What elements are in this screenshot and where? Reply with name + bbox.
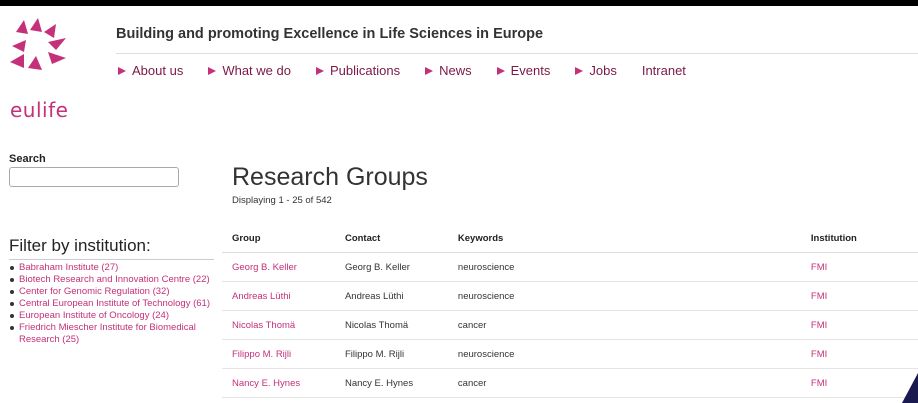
search-input[interactable] <box>9 167 179 187</box>
arrow-right-icon <box>118 66 126 75</box>
group-cell: Nancy E. Hynes <box>222 368 335 398</box>
institution-link[interactable]: FMI <box>811 320 827 331</box>
logo-wordmark[interactable]: eulife <box>10 98 68 122</box>
arrow-right-icon <box>575 66 584 75</box>
arrow-right-icon <box>315 66 324 75</box>
header-divider <box>116 53 918 54</box>
group-link[interactable]: Nicolas Thomä <box>232 320 295 331</box>
institution-cell: FMI <box>800 368 918 398</box>
keywords-cell: cancer <box>447 368 801 398</box>
nav-label: Events <box>510 63 551 78</box>
nav-label: Publications <box>329 63 401 78</box>
nav-label: News <box>439 63 472 78</box>
table-row: Andreas Lüthi Andreas Lüthi neuroscience… <box>222 281 918 311</box>
institution-link[interactable]: FMI <box>811 291 827 302</box>
institution-cell: FMI <box>800 339 918 369</box>
institution-link[interactable]: FMI <box>811 378 827 389</box>
table-row: Filippo M. Rijli Filippo M. Rijli neuros… <box>222 339 918 369</box>
nav-label: Jobs <box>589 63 617 78</box>
nav-item-intranet[interactable]: Intranet <box>642 63 686 78</box>
nav-label: About us <box>132 63 184 78</box>
keywords-cell: cancer <box>447 310 801 340</box>
page-title: Research Groups <box>232 162 428 191</box>
institution-link[interactable]: FMI <box>811 262 827 273</box>
arrow-right-icon <box>208 66 217 75</box>
nav-item-publications[interactable]: Publications <box>315 63 401 78</box>
arrow-right-icon <box>496 66 505 75</box>
result-count: Displaying 1 - 25 of 542 <box>232 195 332 206</box>
contact-cell: Nicolas Thomä <box>334 310 448 340</box>
group-link[interactable]: Georg B. Keller <box>232 262 297 273</box>
institution-filter-list: Babraham Institute (27) Biotech Research… <box>9 262 219 346</box>
column-header-institution[interactable]: Institution <box>800 224 918 253</box>
group-cell: Filippo M. Rijli <box>222 339 335 369</box>
column-header-contact[interactable]: Contact <box>334 224 448 253</box>
filter-item-ceitec[interactable]: Central European Institute of Technology… <box>9 298 219 310</box>
group-link[interactable]: Andreas Lüthi <box>232 291 291 302</box>
main-nav: About us What we do Publications News Ev… <box>118 63 711 78</box>
keywords-cell: neuroscience <box>447 281 801 311</box>
eulife-logo-icon[interactable] <box>8 18 72 78</box>
filter-item-crg[interactable]: Center for Genomic Regulation (32) <box>9 286 219 298</box>
table-header-row: Group Contact Keywords Institution <box>222 224 918 253</box>
group-link[interactable]: Nancy E. Hynes <box>232 378 300 389</box>
filter-item-bric[interactable]: Biotech Research and Innovation Centre (… <box>9 274 219 286</box>
institution-link[interactable]: FMI <box>811 349 827 360</box>
contact-cell: Nancy E. Hynes <box>334 368 448 398</box>
nav-item-jobs[interactable]: Jobs <box>575 63 617 78</box>
contact-cell: Georg B. Keller <box>334 252 448 282</box>
institution-cell: FMI <box>800 252 918 282</box>
filter-divider <box>9 259 214 260</box>
nav-label: Intranet <box>641 63 686 78</box>
column-header-group[interactable]: Group <box>222 224 335 253</box>
filter-item-babraham[interactable]: Babraham Institute (27) <box>9 262 219 274</box>
keywords-cell: neuroscience <box>447 339 801 369</box>
site-tagline: Building and promoting Excellence in Lif… <box>116 26 544 42</box>
institution-cell: FMI <box>800 281 918 311</box>
page: eulife Building and promoting Excellence… <box>0 6 918 403</box>
corner-decoration <box>902 373 918 403</box>
contact-cell: Filippo M. Rijli <box>334 339 448 369</box>
table-row: Georg B. Keller Georg B. Keller neurosci… <box>222 252 918 282</box>
nav-item-about-us[interactable]: About us <box>118 63 183 78</box>
contact-cell: Andreas Lüthi <box>334 281 448 311</box>
filter-title: Filter by institution: <box>9 236 151 255</box>
filter-item-fmi[interactable]: Friedrich Miescher Institute for Biomedi… <box>9 322 219 346</box>
nav-label: What we do <box>222 63 291 78</box>
search-label: Search <box>9 153 46 165</box>
group-cell: Georg B. Keller <box>222 252 335 282</box>
group-cell: Andreas Lüthi <box>222 281 335 311</box>
filter-item-ieo[interactable]: European Institute of Oncology (24) <box>9 310 219 322</box>
group-cell: Nicolas Thomä <box>222 310 335 340</box>
group-link[interactable]: Filippo M. Rijli <box>232 349 291 360</box>
table-row: Nicolas Thomä Nicolas Thomä cancer FMI <box>222 310 918 340</box>
nav-item-news[interactable]: News <box>425 63 472 78</box>
research-groups-table: Group Contact Keywords Institution Georg… <box>222 224 918 398</box>
nav-item-what-we-do[interactable]: What we do <box>208 63 291 78</box>
institution-cell: FMI <box>800 310 918 340</box>
column-header-keywords[interactable]: Keywords <box>447 224 801 253</box>
table-row: Nancy E. Hynes Nancy E. Hynes cancer FMI <box>222 368 918 398</box>
nav-item-events[interactable]: Events <box>496 63 551 78</box>
keywords-cell: neuroscience <box>447 252 801 282</box>
arrow-right-icon <box>425 66 434 75</box>
